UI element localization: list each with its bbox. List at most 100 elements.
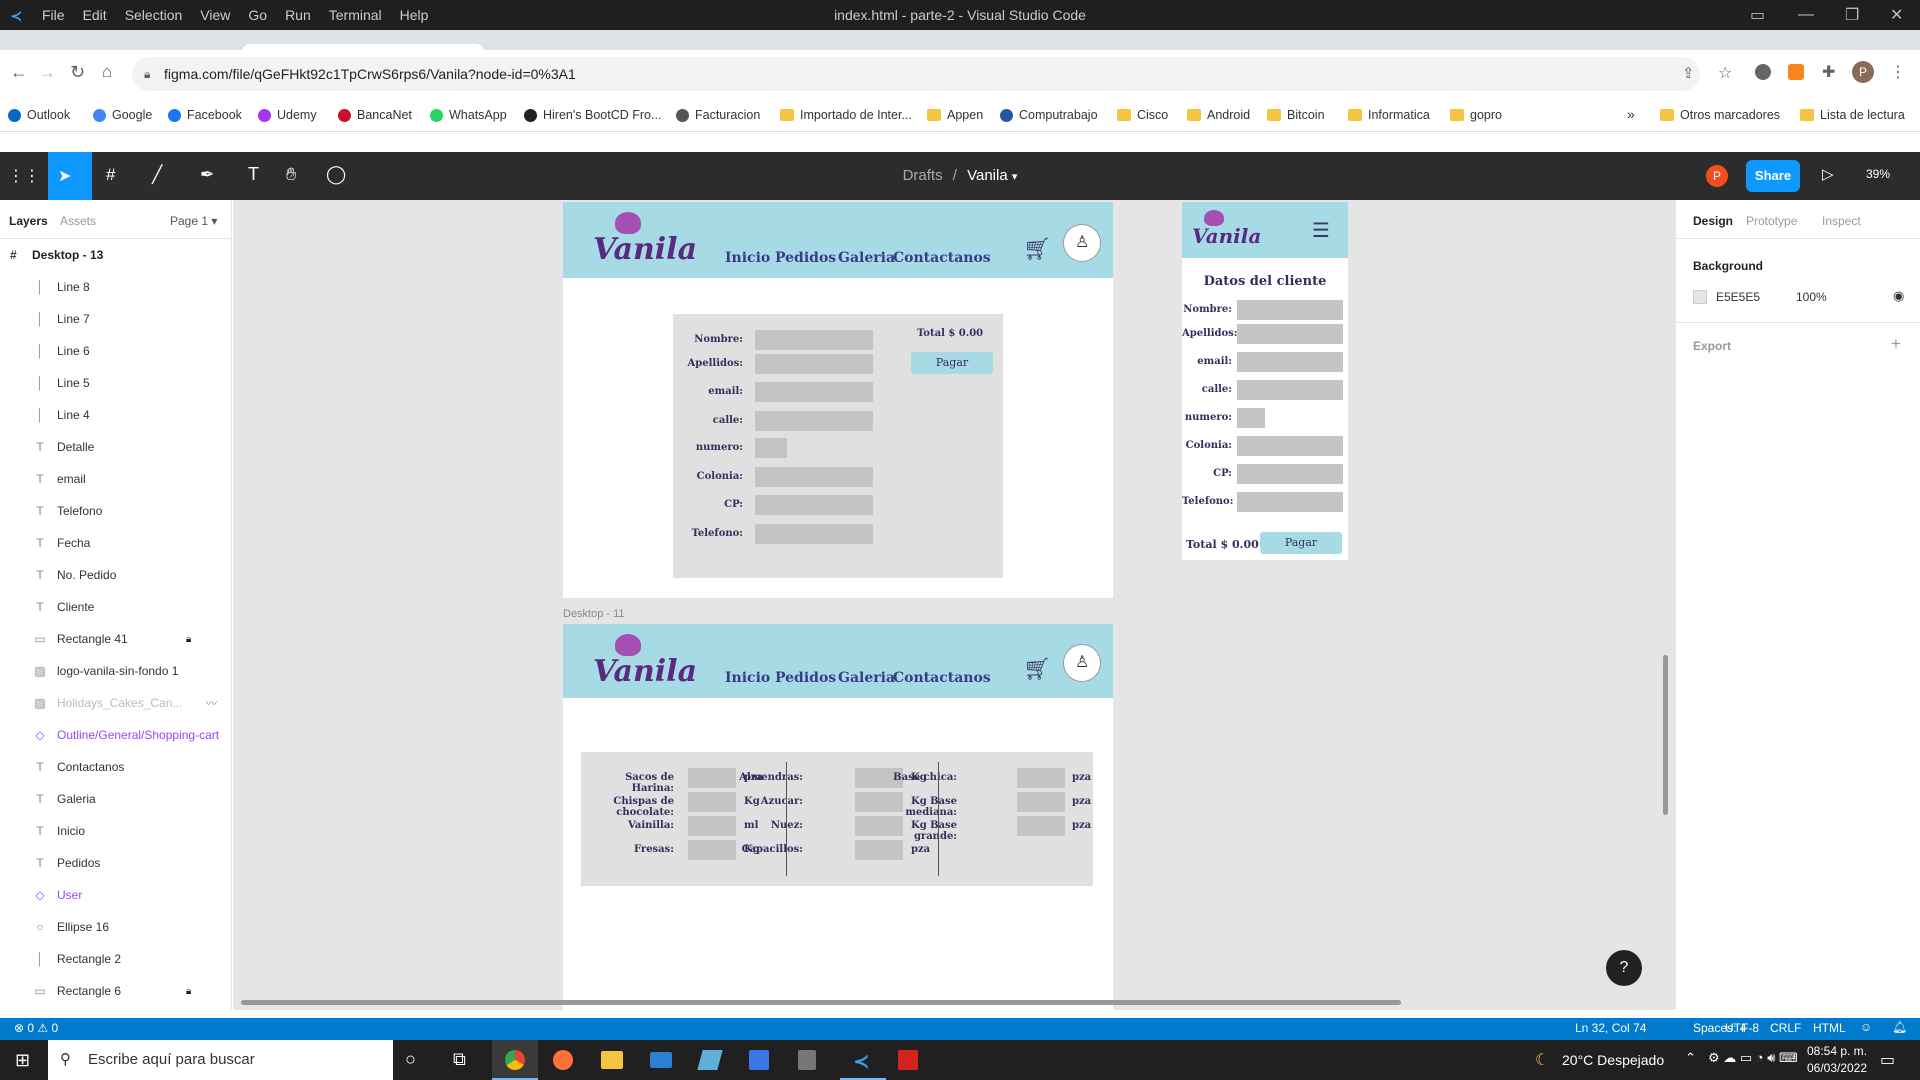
background-hex[interactable]: E5E5E5 (1716, 290, 1760, 304)
bookmark-12[interactable]: Android (1187, 108, 1250, 122)
mobile-form-input[interactable] (1237, 464, 1343, 484)
bookmark-8[interactable]: Importado de Inter... (780, 108, 912, 122)
mobile-frame[interactable]: Vanila ☰ Datos del cliente Nombre: Apelli… (1182, 202, 1348, 560)
bookmark-0[interactable]: Outlook (8, 108, 70, 122)
close-window-button[interactable]: ✕ (1890, 0, 1903, 30)
form-input[interactable] (755, 382, 873, 402)
nav-galeria[interactable]: Galeria (838, 250, 895, 266)
taskbar-file-explorer-icon[interactable] (601, 1051, 623, 1069)
ingredient-input[interactable] (855, 840, 903, 860)
bell-icon[interactable]: 🔔︎ (1892, 1020, 1907, 1034)
vertical-scrollbar[interactable] (1663, 655, 1668, 815)
layer-item[interactable]: │ Line 7 (0, 303, 231, 335)
mobile-form-input[interactable] (1237, 492, 1343, 512)
mobile-form-input[interactable] (1237, 324, 1343, 344)
address-bar[interactable]: 🔒︎ figma.com/file/qGeFHkt92c1TpCrwS6rps6… (132, 57, 1700, 91)
taskbar-vscode[interactable]: ≺ (840, 1040, 886, 1080)
menu-kebab-icon[interactable]: ⋮ (1890, 62, 1906, 82)
layer-item[interactable]: ▨ Holidays_Cakes_Can... 〰 (0, 687, 231, 719)
layer-item[interactable]: ▨ logo-vanila-sin-fondo 1 (0, 655, 231, 687)
bookmark-15[interactable]: gopro (1450, 108, 1502, 122)
tray-icons[interactable]: ⚙ ☁ ▭ ◔ 🔊︎ ⌨ (1708, 1050, 1798, 1066)
layer-item[interactable]: │ Rectangle 2 (0, 943, 231, 975)
layer-root-frame[interactable]: # Desktop - 13 (0, 239, 231, 271)
figma-canvas[interactable]: Vanila Inicio Pedidos Galeria Contactano… (233, 200, 1675, 1010)
layers-tab[interactable]: Layers (9, 214, 48, 228)
user-icon[interactable]: ♙ (1063, 224, 1101, 262)
form-input[interactable] (755, 438, 787, 458)
horizontal-scrollbar[interactable] (241, 1000, 1401, 1005)
layer-item[interactable]: T Galeria (0, 783, 231, 815)
layer-item[interactable]: │ Line 5 (0, 367, 231, 399)
nav-inicio-2[interactable]: Inicio (725, 670, 770, 686)
layer-item[interactable]: │ Line 4 (0, 399, 231, 431)
bookmark-11[interactable]: Cisco (1117, 108, 1168, 122)
nav-inicio[interactable]: Inicio (725, 250, 770, 266)
form-input[interactable] (755, 467, 873, 487)
problems-indicator[interactable]: ⊗ 0 ⚠ 0 (14, 1021, 58, 1035)
assets-tab[interactable]: Assets (60, 214, 96, 228)
background-swatch[interactable] (1693, 290, 1707, 304)
help-button[interactable]: ? (1606, 950, 1642, 986)
mobile-pay-button[interactable]: Pagar (1260, 532, 1342, 554)
puzzle-icon[interactable]: ✚ (1822, 62, 1835, 82)
page-selector[interactable]: Page 1 ▾ (170, 214, 217, 228)
layer-item[interactable]: ◇ User (0, 879, 231, 911)
restore-button[interactable]: ❐ (1845, 0, 1859, 30)
back-button[interactable]: ← (10, 62, 28, 83)
profile-avatar[interactable]: P (1852, 61, 1874, 83)
mobile-form-input[interactable] (1237, 352, 1343, 372)
taskbar-calendar-icon[interactable] (749, 1050, 769, 1070)
tab-design[interactable]: Design (1693, 214, 1733, 228)
share-button[interactable]: Share (1746, 160, 1800, 192)
lock-icon[interactable]: 🔒︎ (186, 986, 191, 997)
taskbar-notepad-icon[interactable] (697, 1050, 723, 1070)
minimize-button[interactable]: — (1798, 0, 1814, 30)
bookmark-star-icon[interactable]: ☆ (1718, 63, 1732, 83)
clock-time[interactable]: 08:54 p. m. (1802, 1044, 1872, 1058)
bookmark-6[interactable]: Hiren's BootCD Fro... (524, 108, 661, 122)
ingredient-input[interactable] (688, 768, 736, 788)
nav-pedidos-2[interactable]: Pedidos (775, 670, 836, 686)
breadcrumb-file[interactable]: Vanila (967, 167, 1008, 184)
encoding[interactable]: UTF-8 (1725, 1021, 1759, 1035)
ingredient-input[interactable] (688, 816, 736, 836)
layer-item[interactable]: T Pedidos (0, 847, 231, 879)
layer-item[interactable]: │ Line 6 (0, 335, 231, 367)
cursor-position[interactable]: Ln 32, Col 74 (1575, 1021, 1646, 1035)
share-page-icon[interactable]: ⇪ (1682, 64, 1695, 82)
bookmark-13[interactable]: Bitcoin (1267, 108, 1325, 122)
layer-item[interactable]: Temail (0, 463, 231, 495)
metamask-icon[interactable] (1788, 64, 1804, 80)
layer-item[interactable]: ▭ Rectangle 41 🔒︎ (0, 623, 231, 655)
reload-button[interactable]: ↻ (70, 62, 85, 83)
layer-item[interactable]: ◇ Outline/General/Shopping-cart (0, 719, 231, 751)
nav-contactanos-2[interactable]: Contactanos (893, 670, 991, 686)
home-icon[interactable]: ⌂ (102, 62, 112, 82)
form-input[interactable] (755, 330, 873, 350)
taskbar-search-box[interactable]: ⚲ Escribe aquí para buscar (48, 1040, 393, 1080)
file-breadcrumb[interactable]: Drafts / Vanila ▾ (0, 167, 1920, 184)
bookmark-10[interactable]: Computrabajo (1000, 108, 1098, 122)
forward-button[interactable]: → (38, 62, 56, 83)
layer-item[interactable]: T Inicio (0, 815, 231, 847)
user-avatar[interactable]: P (1706, 165, 1728, 187)
bookmark-right-1[interactable]: Lista de lectura (1800, 108, 1905, 122)
breadcrumb-drafts[interactable]: Drafts (903, 167, 943, 184)
layer-item[interactable]: T Telefono (0, 495, 231, 527)
shopping-cart-icon[interactable]: 🛒︎ (1023, 236, 1051, 262)
pay-button[interactable]: Pagar (911, 352, 993, 374)
nav-pedidos[interactable]: Pedidos (775, 250, 836, 266)
desktop-frame-checkout[interactable]: Vanila Inicio Pedidos Galeria Contactano… (563, 202, 1113, 598)
ingredient-input[interactable] (1017, 792, 1065, 812)
language-mode[interactable]: HTML (1813, 1021, 1846, 1035)
layer-item[interactable]: ▭ Rectangle 6 🔒︎ (0, 975, 231, 1007)
bookmark-5[interactable]: WhatsApp (430, 108, 507, 122)
ingredient-input[interactable] (1017, 768, 1065, 788)
user-icon[interactable]: ♙ (1063, 644, 1101, 682)
mobile-form-input[interactable] (1237, 300, 1343, 320)
mobile-form-input[interactable] (1237, 436, 1343, 456)
nav-galeria-2[interactable]: Galeria (838, 670, 895, 686)
layer-item[interactable]: T Cliente (0, 591, 231, 623)
layer-item[interactable]: ○ Ellipse 16 (0, 911, 231, 943)
